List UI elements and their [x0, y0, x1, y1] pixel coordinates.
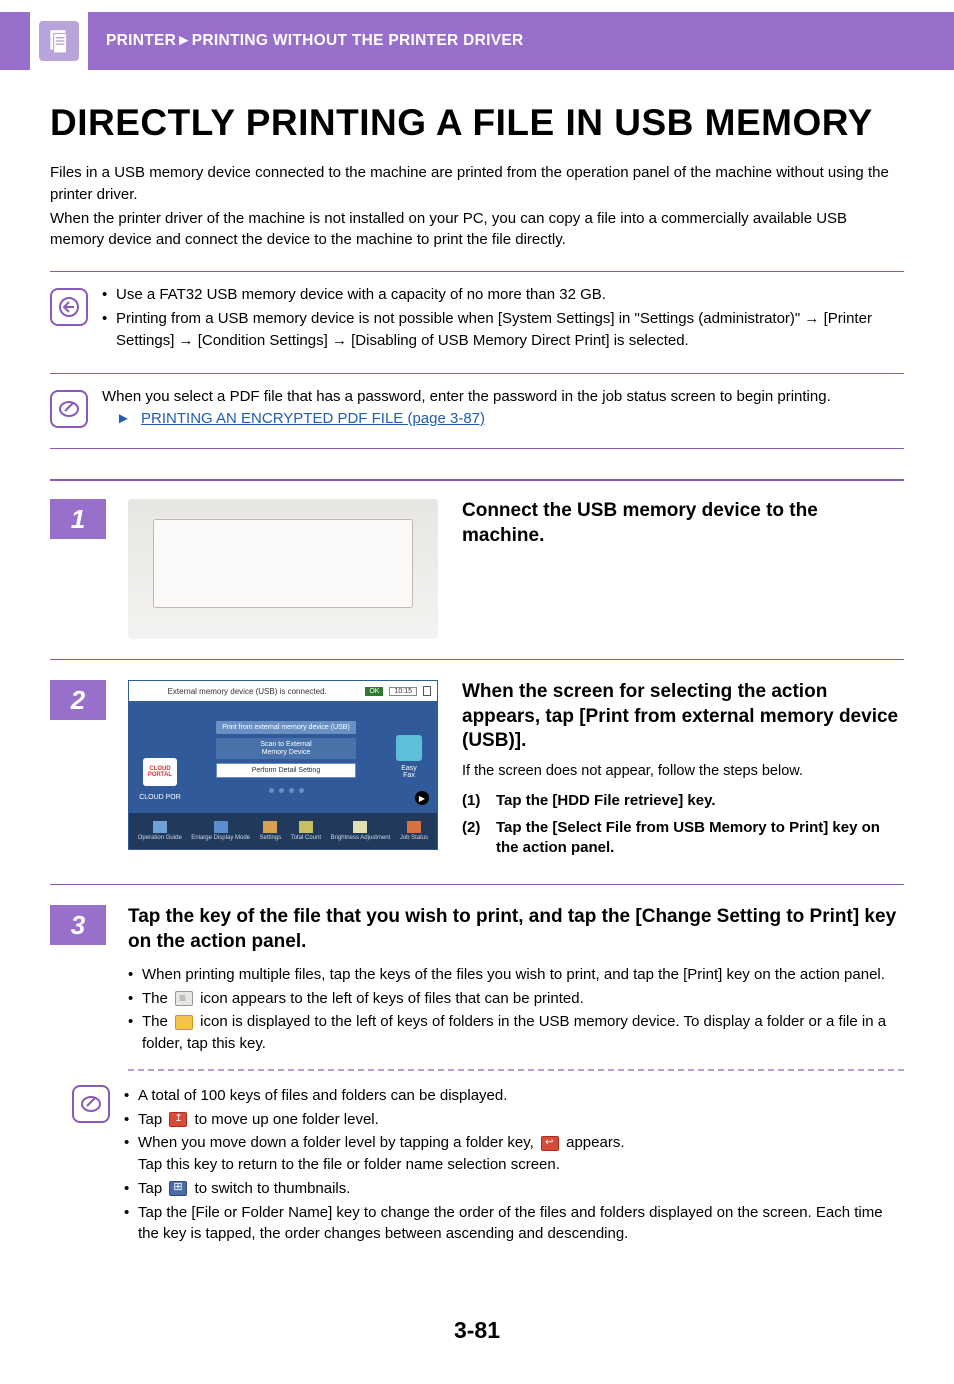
- link-arrow-icon: ►: [116, 410, 131, 427]
- cloud-portal-label: CLOUD POR: [139, 794, 181, 801]
- step-3-note-2: Tap to move up one folder level.: [124, 1109, 904, 1131]
- bot-job-status: Job Status: [400, 821, 428, 841]
- page-title: DIRECTLY PRINTING A FILE IN USB MEMORY: [50, 102, 904, 144]
- note-callout: When you select a PDF file that has a pa…: [50, 382, 904, 432]
- step-3-bullet-2: The icon appears to the left of keys of …: [128, 988, 904, 1010]
- step-3-heading: Tap the key of the file that you wish to…: [128, 905, 904, 954]
- step-3-note-1: A total of 100 keys of files and folders…: [124, 1085, 904, 1107]
- step-3: 3 Tap the key of the file that you wish …: [50, 905, 904, 1247]
- step-3-badge: 3: [50, 905, 106, 945]
- cloud-portal-icon: CLOUDPORTAL: [143, 758, 177, 786]
- bot-operation-guide: Operation Guide: [138, 821, 182, 841]
- folder-up-icon: [169, 1112, 187, 1127]
- folder-return-icon: [541, 1136, 559, 1151]
- dashed-separator: [128, 1069, 904, 1071]
- step-3-bullet-3: The icon is displayed to the left of key…: [128, 1011, 904, 1055]
- step-3-note-4: Tap to switch to thumbnails.: [124, 1178, 904, 1200]
- file-lines-icon: [175, 991, 193, 1006]
- panel-btn-detail: Perform Detail Setting: [216, 763, 356, 778]
- step-2-badge: 2: [50, 680, 106, 720]
- easy-fax-icon: [396, 735, 422, 761]
- pencil-note-icon: [50, 390, 88, 428]
- printer-doc-icon: [46, 28, 72, 54]
- restrict-bullet-1: Use a FAT32 USB memory device with a cap…: [102, 284, 904, 306]
- folder-icon: [175, 1015, 193, 1030]
- step-2-heading: When the screen for selecting the action…: [462, 680, 904, 753]
- breadcrumb-section: PRINTER: [106, 32, 176, 49]
- panel-ok: OK: [365, 687, 383, 696]
- encrypted-pdf-link[interactable]: PRINTING AN ENCRYPTED PDF FILE (page 3-8…: [141, 410, 485, 427]
- panel-btn-scan-ext: Scan to ExternalMemory Device: [216, 738, 356, 759]
- restriction-callout: Use a FAT32 USB memory device with a cap…: [50, 280, 904, 357]
- intro-text: Files in a USB memory device connected t…: [50, 162, 904, 251]
- battery-icon: [423, 686, 431, 696]
- step-2-item-2: (2) Tap the [Select File from USB Memory…: [462, 818, 904, 859]
- breadcrumb-separator: ►: [176, 32, 192, 49]
- step-3-note-5: Tap the [File or Folder Name] key to cha…: [124, 1202, 904, 1246]
- note-text: When you select a PDF file that has a pa…: [102, 386, 904, 408]
- step-3-note-3: When you move down a folder level by tap…: [124, 1132, 904, 1176]
- bot-brightness: Brightness Adjustment: [331, 821, 391, 841]
- panel-time: 10:15: [389, 687, 417, 696]
- pager-dots-icon: [269, 788, 304, 793]
- restrict-bullet-2: Printing from a USB memory device is not…: [102, 308, 904, 352]
- step-2: 2 External memory device (USB) is connec…: [50, 680, 904, 864]
- page-number: 3-81: [50, 1317, 904, 1344]
- bot-settings: Settings: [260, 821, 282, 841]
- step-3-bullet-1: When printing multiple files, tap the ke…: [128, 964, 904, 986]
- breadcrumb-page: PRINTING WITHOUT THE PRINTER DRIVER: [192, 32, 524, 49]
- bot-total-count: Total Count: [291, 821, 321, 841]
- panel-msg: External memory device (USB) is connecte…: [135, 687, 359, 696]
- step-2-illustration: External memory device (USB) is connecte…: [128, 680, 438, 864]
- easy-fax-label: EasyFax: [401, 765, 417, 779]
- step-1-heading: Connect the USB memory device to the mac…: [462, 499, 904, 548]
- pencil-note-icon: [72, 1085, 110, 1123]
- page-header: PRINTER►PRINTING WITHOUT THE PRINTER DRI…: [0, 12, 954, 70]
- step-1-illustration: [128, 499, 438, 639]
- step-1: 1 Connect the USB memory device to the m…: [50, 499, 904, 639]
- step-2-sub: If the screen does not appear, follow th…: [462, 761, 904, 781]
- step-2-item-1: (1) Tap the [HDD File retrieve] key.: [462, 791, 904, 811]
- no-entry-icon: [50, 288, 88, 326]
- thumbnails-icon: [169, 1181, 187, 1196]
- panel-btn-print-usb: Print from external memory device (USB): [216, 721, 356, 734]
- step-1-badge: 1: [50, 499, 106, 539]
- breadcrumb: PRINTER►PRINTING WITHOUT THE PRINTER DRI…: [106, 32, 524, 50]
- bot-enlarge-display: Enlarge Display Mode: [191, 821, 250, 841]
- section-icon: [30, 12, 88, 70]
